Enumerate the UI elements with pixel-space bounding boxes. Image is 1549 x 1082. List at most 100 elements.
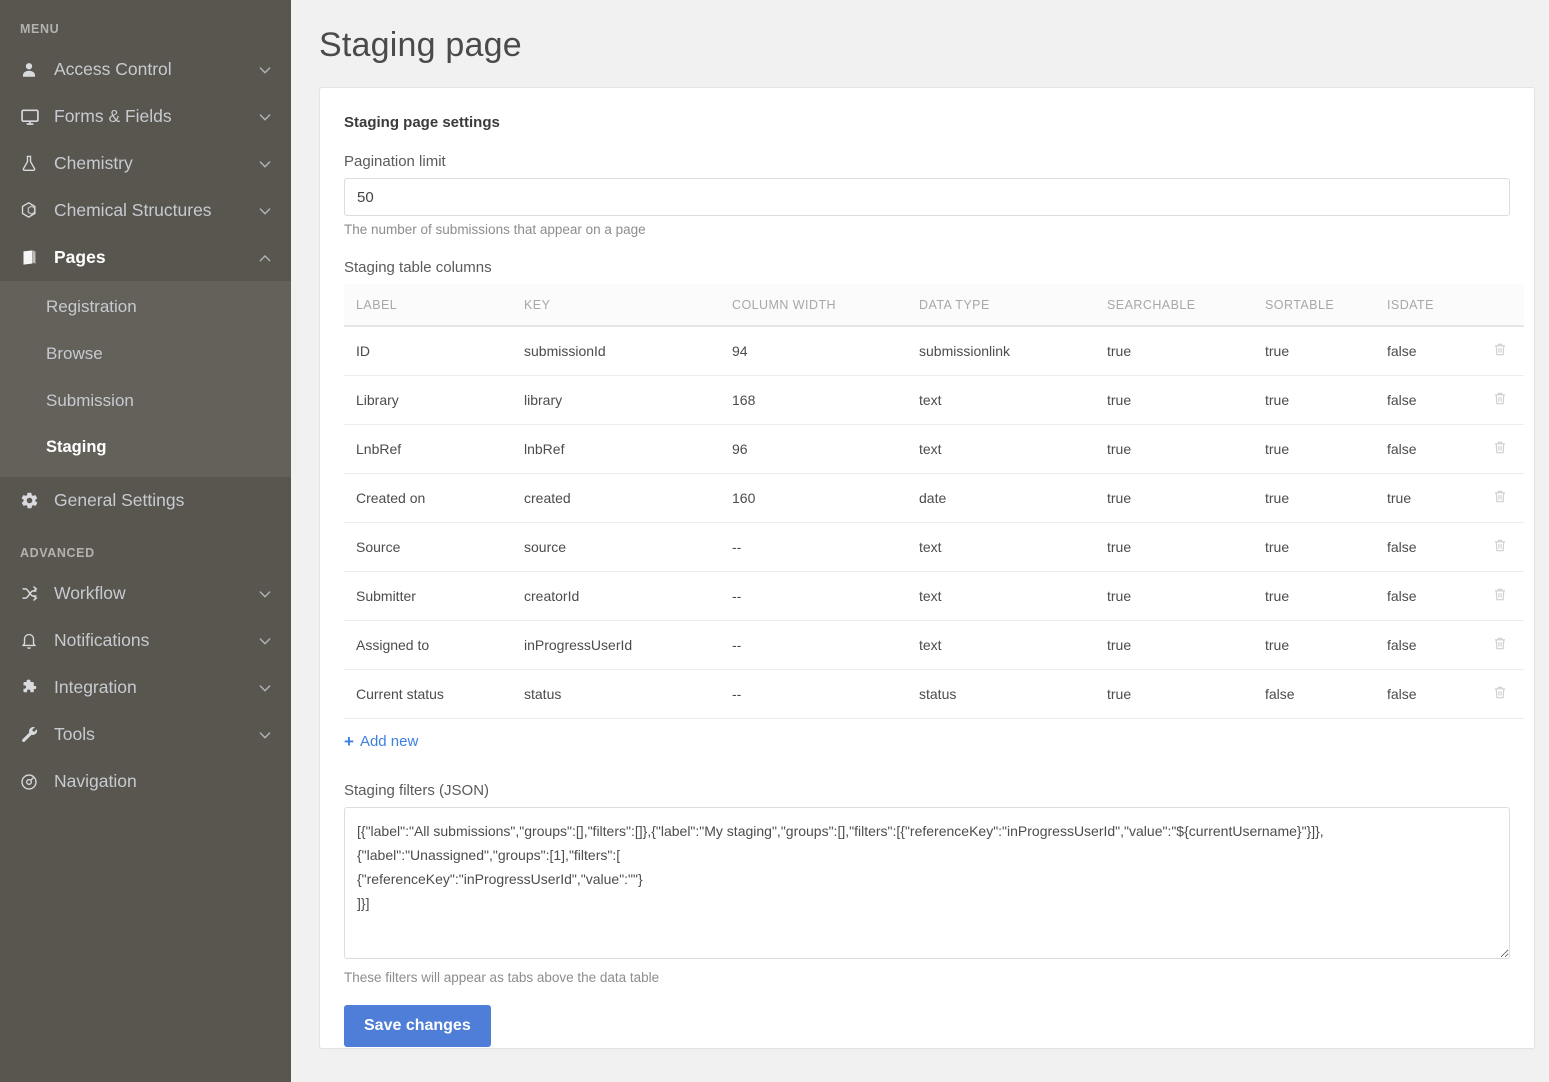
cell-searchable[interactable]: true (1107, 376, 1265, 425)
trash-icon[interactable] (1492, 635, 1508, 652)
cell-key[interactable]: submissionId (524, 326, 732, 376)
cell-type[interactable]: date (919, 474, 1107, 523)
sidebar-item-chemical-structures[interactable]: Chemical Structures (0, 187, 291, 234)
cell-isdate[interactable]: false (1387, 621, 1475, 670)
chevron-up-icon[interactable] (257, 250, 273, 266)
sidebar-item-integration[interactable]: Integration (0, 664, 291, 711)
cell-width[interactable]: 160 (732, 474, 919, 523)
cell-sortable[interactable]: false (1265, 670, 1387, 719)
cell-label[interactable]: Assigned to (344, 621, 524, 670)
cell-width[interactable]: 168 (732, 376, 919, 425)
cell-isdate[interactable]: false (1387, 572, 1475, 621)
cell-searchable[interactable]: true (1107, 474, 1265, 523)
trash-icon[interactable] (1492, 341, 1508, 358)
save-changes-button[interactable]: Save changes (344, 1005, 491, 1047)
cell-type[interactable]: status (919, 670, 1107, 719)
cell-type[interactable]: submissionlink (919, 326, 1107, 376)
sidebar-item-tools[interactable]: Tools (0, 711, 291, 758)
delete-row-button[interactable] (1475, 621, 1524, 670)
cell-type[interactable]: text (919, 621, 1107, 670)
cell-width[interactable]: -- (732, 670, 919, 719)
chevron-down-icon[interactable] (257, 633, 273, 649)
cell-searchable[interactable]: true (1107, 523, 1265, 572)
sidebar-item-forms-fields[interactable]: Forms & Fields (0, 93, 291, 140)
cell-width[interactable]: -- (732, 621, 919, 670)
trash-icon[interactable] (1492, 537, 1508, 554)
cell-sortable[interactable]: true (1265, 425, 1387, 474)
cell-label[interactable]: LnbRef (344, 425, 524, 474)
cell-key[interactable]: lnbRef (524, 425, 732, 474)
delete-row-button[interactable] (1475, 523, 1524, 572)
cell-width[interactable]: 94 (732, 326, 919, 376)
delete-row-button[interactable] (1475, 425, 1524, 474)
chevron-down-icon[interactable] (257, 586, 273, 602)
chevron-down-icon[interactable] (257, 680, 273, 696)
cell-type[interactable]: text (919, 572, 1107, 621)
chevron-down-icon[interactable] (257, 109, 273, 125)
cell-label[interactable]: ID (344, 326, 524, 376)
cell-sortable[interactable]: true (1265, 326, 1387, 376)
trash-icon[interactable] (1492, 684, 1508, 701)
cell-type[interactable]: text (919, 425, 1107, 474)
cell-sortable[interactable]: true (1265, 474, 1387, 523)
cell-isdate[interactable]: false (1387, 376, 1475, 425)
cell-key[interactable]: created (524, 474, 732, 523)
cell-width[interactable]: 96 (732, 425, 919, 474)
cell-searchable[interactable]: true (1107, 326, 1265, 376)
delete-row-button[interactable] (1475, 474, 1524, 523)
add-new-column-button[interactable]: + Add new (344, 733, 418, 750)
sidebar-subitem-registration[interactable]: Registration (0, 283, 291, 330)
cell-width[interactable]: -- (732, 572, 919, 621)
cell-label[interactable]: Source (344, 523, 524, 572)
cell-sortable[interactable]: true (1265, 572, 1387, 621)
cell-sortable[interactable]: true (1265, 523, 1387, 572)
cell-type[interactable]: text (919, 523, 1107, 572)
cell-isdate[interactable]: false (1387, 425, 1475, 474)
cell-isdate[interactable]: false (1387, 326, 1475, 376)
sidebar-item-notifications[interactable]: Notifications (0, 617, 291, 664)
cell-searchable[interactable]: true (1107, 621, 1265, 670)
cell-type[interactable]: text (919, 376, 1107, 425)
sidebar-item-workflow[interactable]: Workflow (0, 570, 291, 617)
sidebar-subitem-browse[interactable]: Browse (0, 330, 291, 377)
trash-icon[interactable] (1492, 586, 1508, 603)
cell-searchable[interactable]: true (1107, 572, 1265, 621)
cell-sortable[interactable]: true (1265, 621, 1387, 670)
chevron-down-icon[interactable] (257, 727, 273, 743)
staging-filters-textarea[interactable]: [{"label":"All submissions","groups":[],… (344, 807, 1510, 959)
delete-row-button[interactable] (1475, 326, 1524, 376)
cell-label[interactable]: Submitter (344, 572, 524, 621)
pagination-limit-input[interactable] (344, 178, 1510, 216)
delete-row-button[interactable] (1475, 670, 1524, 719)
trash-icon[interactable] (1492, 390, 1508, 407)
chevron-down-icon[interactable] (257, 203, 273, 219)
trash-icon[interactable] (1492, 488, 1508, 505)
cell-isdate[interactable]: true (1387, 474, 1475, 523)
sidebar-subitem-submission[interactable]: Submission (0, 377, 291, 424)
cell-label[interactable]: Created on (344, 474, 524, 523)
cell-label[interactable]: Current status (344, 670, 524, 719)
sidebar-subitem-staging[interactable]: Staging (0, 424, 291, 471)
cell-searchable[interactable]: true (1107, 425, 1265, 474)
sidebar-item-access-control[interactable]: Access Control (0, 46, 291, 93)
sidebar-item-general-settings[interactable]: General Settings (0, 477, 291, 524)
cell-isdate[interactable]: false (1387, 670, 1475, 719)
sidebar-item-navigation[interactable]: Navigation (0, 758, 291, 805)
chevron-down-icon[interactable] (257, 62, 273, 78)
chevron-down-icon[interactable] (257, 156, 273, 172)
cell-isdate[interactable]: false (1387, 523, 1475, 572)
delete-row-button[interactable] (1475, 572, 1524, 621)
sidebar-item-pages[interactable]: Pages (0, 234, 291, 281)
cell-key[interactable]: inProgressUserId (524, 621, 732, 670)
cell-width[interactable]: -- (732, 523, 919, 572)
cell-key[interactable]: creatorId (524, 572, 732, 621)
sidebar-item-chemistry[interactable]: Chemistry (0, 140, 291, 187)
cell-key[interactable]: source (524, 523, 732, 572)
cell-sortable[interactable]: true (1265, 376, 1387, 425)
cell-label[interactable]: Library (344, 376, 524, 425)
cell-searchable[interactable]: true (1107, 670, 1265, 719)
trash-icon[interactable] (1492, 439, 1508, 456)
cell-key[interactable]: status (524, 670, 732, 719)
delete-row-button[interactable] (1475, 376, 1524, 425)
cell-key[interactable]: library (524, 376, 732, 425)
